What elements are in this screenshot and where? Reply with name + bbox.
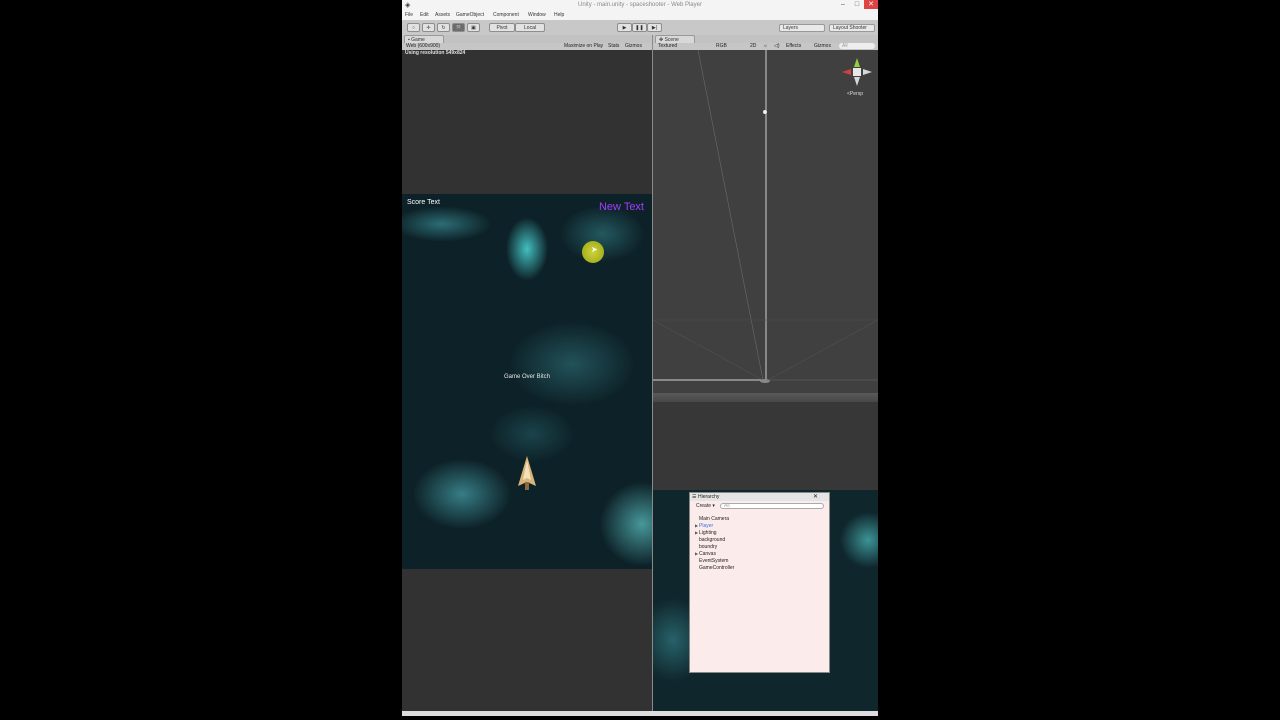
layout-label: Layout Shooter [833,25,867,31]
game-screen[interactable]: Score Text New Text ➤ Game Over Bitch [402,194,652,569]
hierarchy-item-player[interactable]: Player [699,523,713,529]
hierarchy-panel: ☰ Hierarchy ✕ Create ▾ All Main Camera ▶… [689,492,830,673]
toolbar: ○ ✛ ↻ ⤧ ▣ Pivot Local ▶ ❚❚ ▶| Layers Lay… [402,20,878,36]
maximize-on-play-toggle[interactable]: Maximize on Play [564,43,603,50]
pivot-label: Pivot [496,25,508,31]
scene-floor [653,400,878,504]
menu-window[interactable]: Window [528,12,546,18]
hierarchy-item-main-camera[interactable]: Main Camera [699,516,729,522]
layers-dropdown[interactable]: Layers [779,24,825,32]
expand-arrow-icon[interactable]: ▶ [695,530,698,535]
hierarchy-item-canvas[interactable]: Canvas [699,551,716,557]
game-gizmos-toggle[interactable]: Gizmos [625,43,642,50]
tab-game[interactable]: ▪ Game [404,35,444,43]
minimize-button[interactable]: – [836,0,850,9]
step-icon: ▶| [651,25,658,31]
mouse-cursor-highlight: ➤ [582,241,604,263]
hierarchy-item-boundry[interactable]: boundry [699,544,717,550]
resolution-notice: Using resolution 549x824 [405,50,466,56]
scale-icon: ⤧ [456,25,461,31]
window-title: Unity - main.unity - spaceshooter - Web … [578,2,702,8]
effects-dropdown[interactable]: Effects [786,43,801,50]
game-control-bar: Web (600x900) Maximize on Play Stats Giz… [402,43,652,50]
menu-edit[interactable]: Edit [420,12,429,18]
play-button[interactable]: ▶ [617,23,632,32]
step-button[interactable]: ▶| [647,23,662,32]
rotate-tool-button[interactable]: ↻ [437,23,450,32]
local-toggle[interactable]: Local [515,23,545,32]
expand-arrow-icon[interactable]: ▶ [695,523,698,528]
hand-tool-button[interactable]: ○ [407,23,420,32]
expand-arrow-icon[interactable]: ▶ [695,551,698,556]
hand-icon: ○ [411,25,416,31]
hierarchy-icon: ☰ [692,494,697,500]
menu-component[interactable]: Component [493,12,519,18]
layout-dropdown[interactable]: Layout Shooter [829,24,875,32]
scene-ground-plane [653,393,878,402]
play-icon: ▶ [622,25,627,31]
hierarchy-close-icon[interactable]: ✕ [813,493,818,501]
new-text-label: New Text [598,201,644,213]
pivot-toggle[interactable]: Pivot [489,23,515,32]
create-label: Create [696,503,712,509]
lighting-toggle-icon[interactable]: ☼ [763,43,768,50]
hierarchy-search-input[interactable]: All [720,503,824,509]
pause-button[interactable]: ❚❚ [632,23,647,32]
tab-scene[interactable]: ✥ Scene [655,35,695,43]
hierarchy-title: Hierarchy [698,494,720,500]
hierarchy-item-lighting[interactable]: Lighting [699,530,717,536]
rect-icon: ▣ [471,25,476,31]
menu-help[interactable]: Help [554,12,564,18]
scale-tool-button[interactable]: ⤧ [452,23,465,32]
2d-toggle[interactable]: 2D [750,43,756,50]
move-tool-button[interactable]: ✛ [422,23,435,32]
scene-gizmos-dropdown[interactable]: Gizmos [814,43,831,50]
hierarchy-toolbar: Create ▾ All [690,502,829,510]
pause-icon: ❚❚ [635,25,644,31]
local-label: Local [524,25,536,31]
unity-window: ◈ Unity - main.unity - spaceshooter - We… [402,0,878,716]
player-ship-icon [518,456,536,490]
game-panel: ▪ Game Web (600x900) Maximize on Play St… [402,35,652,716]
layers-label: Layers [783,25,799,31]
shading-dropdown[interactable]: Textured [658,43,677,50]
scene-search-input[interactable]: All [839,43,875,49]
scene-wireframe [653,50,878,383]
hierarchy-item-background[interactable]: background [699,537,725,543]
rect-tool-button[interactable]: ▣ [467,23,480,32]
title-bar: ◈ Unity - main.unity - spaceshooter - We… [402,0,878,11]
scene-control-bar: Textured RGB 2D ☼ ◁) Effects Gizmos All [653,43,878,50]
menu-gameobject[interactable]: GameObject [456,12,484,18]
hierarchy-title-bar[interactable]: ☰ Hierarchy ✕ [690,493,829,501]
audio-toggle-icon[interactable]: ◁) [774,43,780,50]
menu-file[interactable]: File [405,12,413,18]
score-text: Score Text [407,199,440,206]
resolution-dropdown[interactable]: Web (600x900) [406,43,440,50]
bottom-scrollbar[interactable] [402,711,878,716]
hierarchy-item-eventsystem[interactable]: EventSystem [699,558,728,564]
hierarchy-create-button[interactable]: Create ▾ [696,502,715,510]
rotate-icon: ↻ [441,25,446,31]
hierarchy-item-gamecontroller[interactable]: GameController [699,565,734,571]
menu-assets[interactable]: Assets [435,12,450,18]
game-over-text: Game Over Bitch [503,374,550,380]
pointer-icon: ➤ [591,245,598,254]
stats-toggle[interactable]: Stats [608,43,619,50]
menu-bar: File Edit Assets GameObject Component Wi… [402,11,878,20]
maximize-button[interactable]: □ [850,0,864,9]
rgb-dropdown[interactable]: RGB [716,43,727,50]
close-button[interactable]: ✕ [864,0,878,9]
move-icon: ✛ [426,25,431,31]
